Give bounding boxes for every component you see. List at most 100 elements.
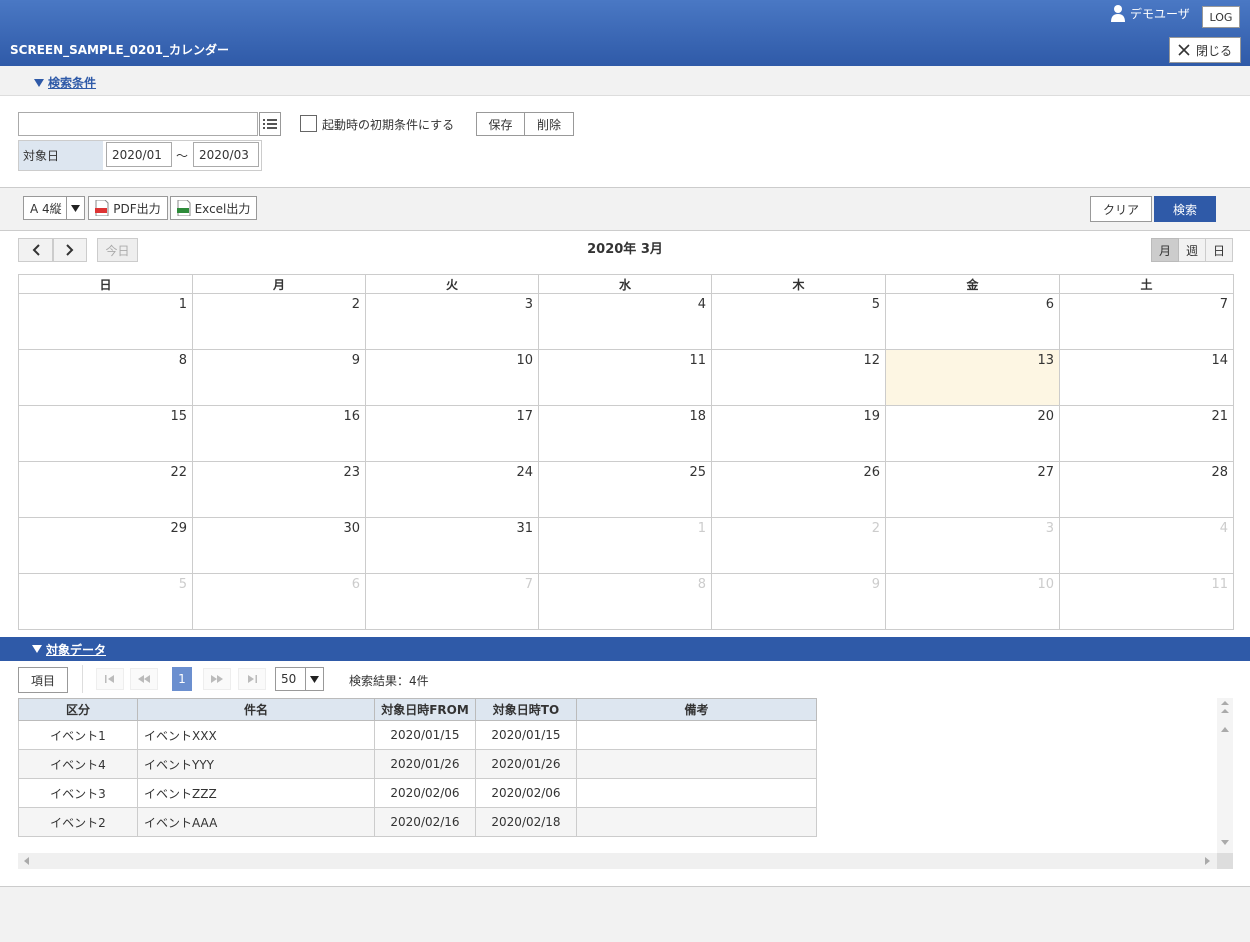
target-data-label: 対象データ	[46, 642, 107, 657]
first-page-button[interactable]	[96, 668, 124, 690]
calendar-day[interactable]: 29	[18, 517, 193, 574]
today-button[interactable]: 今日	[97, 238, 138, 262]
calendar-day[interactable]: 24	[365, 461, 539, 518]
log-button[interactable]: LOG	[1202, 6, 1240, 28]
calendar-day[interactable]: 4	[1059, 517, 1234, 574]
table-cell: イベントAAA	[137, 807, 375, 837]
calendar-day[interactable]: 1	[18, 293, 193, 350]
calendar-week-row: 1234567	[18, 293, 1234, 350]
weekday-header: 金	[885, 274, 1060, 294]
calendar-day[interactable]: 22	[18, 461, 193, 518]
column-header[interactable]: 区分	[18, 698, 138, 721]
calendar-day[interactable]: 28	[1059, 461, 1234, 518]
calendar-day[interactable]: 18	[538, 405, 712, 462]
calendar-day[interactable]: 9	[711, 573, 886, 630]
search-button[interactable]: 検索	[1154, 196, 1216, 222]
vertical-scrollbar[interactable]	[1217, 698, 1233, 853]
calendar-day[interactable]: 6	[885, 293, 1060, 350]
calendar-day[interactable]: 11	[1059, 573, 1234, 630]
prev-page-button[interactable]	[130, 668, 158, 690]
column-header[interactable]: 件名	[137, 698, 375, 721]
pdf-icon	[95, 200, 109, 216]
columns-button[interactable]: 項目	[18, 667, 68, 693]
condition-name-input[interactable]	[18, 112, 258, 136]
calendar-day[interactable]: 16	[192, 405, 366, 462]
table-cell: イベントYYY	[137, 749, 375, 779]
calendar-day[interactable]: 9	[192, 349, 366, 406]
calendar-day[interactable]: 15	[18, 405, 193, 462]
calendar-day[interactable]: 3	[885, 517, 1060, 574]
column-header[interactable]: 対象日時TO	[475, 698, 577, 721]
table-row[interactable]: イベント1 イベントXXX 2020/01/15 2020/01/15	[18, 720, 817, 750]
last-page-button[interactable]	[238, 668, 266, 690]
calendar-day[interactable]: 4	[538, 293, 712, 350]
calendar-day[interactable]: 25	[538, 461, 712, 518]
calendar-day[interactable]: 8	[538, 573, 712, 630]
calendar-day[interactable]: 3	[365, 293, 539, 350]
calendar-day[interactable]: 5	[18, 573, 193, 630]
paper-size-select[interactable]: A 4縦	[23, 196, 85, 220]
calendar-day[interactable]: 10	[885, 573, 1060, 630]
calendar-day[interactable]: 26	[711, 461, 886, 518]
next-page-button[interactable]	[203, 668, 231, 690]
table-cell: 2020/01/26	[374, 749, 476, 779]
calendar-day[interactable]: 27	[885, 461, 1060, 518]
table-cell: イベントXXX	[137, 720, 375, 750]
calendar-day[interactable]: 31	[365, 517, 539, 574]
calendar-day[interactable]: 2	[711, 517, 886, 574]
dropdown-arrow-icon	[66, 197, 84, 219]
initial-condition-checkbox[interactable]	[300, 115, 317, 132]
calendar-day[interactable]: 30	[192, 517, 366, 574]
calendar-day[interactable]: 7	[365, 573, 539, 630]
month-view-button[interactable]: 月	[1151, 238, 1179, 262]
table-row[interactable]: イベント2 イベントAAA 2020/02/16 2020/02/18	[18, 807, 817, 837]
calendar-day[interactable]: 23	[192, 461, 366, 518]
calendar-day[interactable]: 11	[538, 349, 712, 406]
weekday-header: 火	[365, 274, 539, 294]
prev-month-button[interactable]	[18, 238, 53, 262]
calendar-day[interactable]: 5	[711, 293, 886, 350]
clear-button[interactable]: クリア	[1090, 196, 1152, 222]
date-from-input[interactable]: 2020/01	[106, 142, 172, 167]
close-button[interactable]: 閉じる	[1169, 37, 1241, 63]
table-row[interactable]: イベント3 イベントZZZ 2020/02/06 2020/02/06	[18, 778, 817, 808]
page-size-select[interactable]: 50	[275, 667, 324, 691]
column-header[interactable]: 対象日時FROM	[374, 698, 476, 721]
calendar-day[interactable]: 14	[1059, 349, 1234, 406]
calendar-day[interactable]: 12	[711, 349, 886, 406]
search-condition-toggle[interactable]: 検索条件	[34, 74, 96, 91]
calendar-day-today[interactable]: 13	[885, 349, 1060, 406]
calendar-day[interactable]: 10	[365, 349, 539, 406]
table-row[interactable]: イベント4 イベントYYY 2020/01/26 2020/01/26	[18, 749, 817, 779]
calendar-day[interactable]: 6	[192, 573, 366, 630]
day-view-button[interactable]: 日	[1206, 238, 1233, 262]
calendar-day[interactable]: 7	[1059, 293, 1234, 350]
pdf-export-button[interactable]: PDF出力	[88, 196, 168, 220]
calendar-day[interactable]: 8	[18, 349, 193, 406]
list-icon	[263, 119, 277, 129]
calendar-day[interactable]: 20	[885, 405, 1060, 462]
delete-button[interactable]: 削除	[524, 112, 574, 136]
excel-icon	[176, 200, 191, 216]
fast-forward-icon	[211, 675, 223, 683]
week-view-button[interactable]: 週	[1179, 238, 1206, 262]
excel-export-button[interactable]: Excel出力	[170, 196, 257, 220]
close-label: 閉じる	[1195, 43, 1232, 58]
table-cell	[576, 778, 817, 808]
date-to-input[interactable]: 2020/03	[193, 142, 259, 167]
target-data-toggle[interactable]: 対象データ	[0, 637, 1250, 661]
weekday-header: 月	[192, 274, 366, 294]
pdf-export-label: PDF出力	[113, 201, 161, 216]
save-button[interactable]: 保存	[476, 112, 525, 136]
calendar-day[interactable]: 21	[1059, 405, 1234, 462]
horizontal-scrollbar[interactable]	[18, 853, 1217, 869]
next-month-button[interactable]	[53, 238, 87, 262]
column-header[interactable]: 備考	[576, 698, 817, 721]
calendar-day[interactable]: 1	[538, 517, 712, 574]
calendar-day[interactable]: 17	[365, 405, 539, 462]
condition-list-button[interactable]	[259, 112, 281, 136]
table-cell	[576, 807, 817, 837]
current-page[interactable]: 1	[172, 667, 192, 691]
calendar-day[interactable]: 19	[711, 405, 886, 462]
calendar-day[interactable]: 2	[192, 293, 366, 350]
